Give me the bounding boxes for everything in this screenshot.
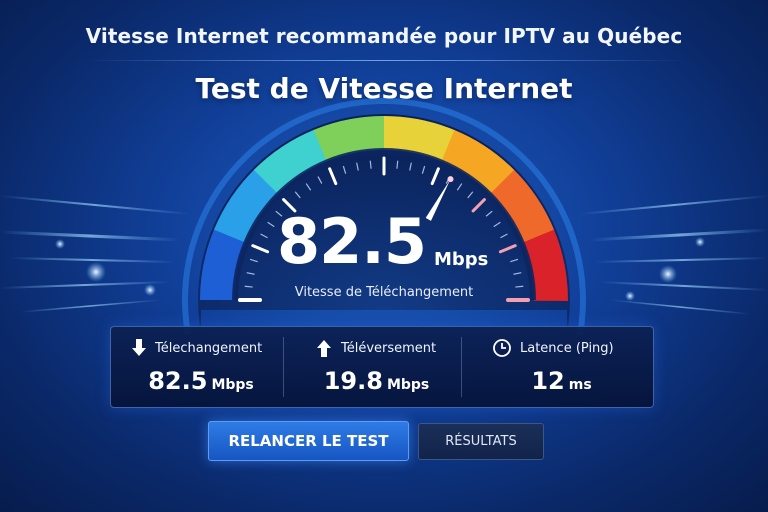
gauge-minor-tick	[244, 285, 253, 288]
arrow-up-icon	[316, 338, 332, 362]
retest-button[interactable]: RELANCER LE TEST	[208, 421, 409, 461]
speed-readout: 82.5 Mbps	[277, 205, 488, 278]
latency-label: Latence (Ping)	[520, 341, 614, 356]
speed-label: Vitesse de Téléchangement	[294, 285, 474, 300]
download-stat: Télechangement 82.5 Mbps	[111, 327, 283, 407]
gauge-minor-tick	[396, 160, 399, 169]
stats-panel: Télechangement 82.5 Mbps Téléversement 19…	[110, 326, 654, 408]
download-value: 82.5	[148, 367, 208, 395]
latency-value: 12	[531, 367, 565, 395]
arrow-down-icon	[131, 338, 147, 362]
latency-unit: ms	[568, 377, 592, 393]
upload-unit: Mbps	[386, 377, 430, 393]
latency-stat: Latence (Ping) 12 ms	[462, 327, 653, 407]
upload-label: Téléversement	[341, 341, 437, 356]
upload-stat: Téléversement 19.8 Mbps	[284, 327, 461, 407]
speed-unit: Mbps	[434, 249, 489, 270]
gauge-needle-tip	[447, 176, 454, 183]
gauge-minor-tick	[369, 160, 372, 169]
upload-value: 19.8	[323, 367, 383, 395]
download-unit: Mbps	[211, 377, 254, 393]
clock-icon	[492, 338, 512, 362]
gauge-minor-tick	[515, 285, 524, 288]
download-label: Télechangement	[155, 341, 263, 356]
results-button[interactable]: RÉSULTATS	[418, 423, 544, 460]
speed-value: 82.5	[277, 205, 427, 278]
